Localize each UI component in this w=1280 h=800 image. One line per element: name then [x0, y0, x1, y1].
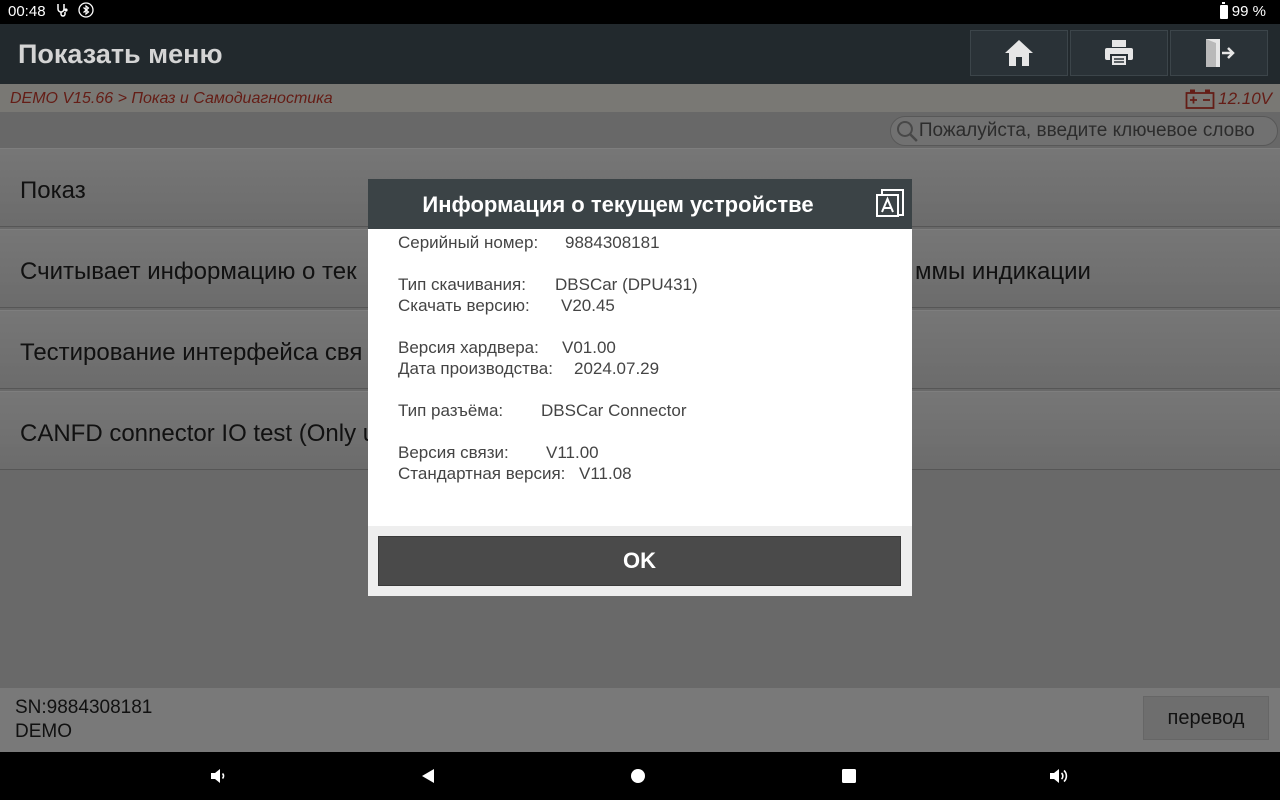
info-value: DBSCar (DPU431)	[555, 275, 698, 294]
volume-up-icon	[1050, 769, 1068, 783]
info-key: Тип разъёма:	[398, 401, 504, 420]
back-button[interactable]	[416, 764, 440, 788]
dialog-header: Информация о текущем устройстве	[368, 179, 912, 229]
info-row: Версия связи: V11.00	[398, 443, 599, 463]
page-title: Показать меню	[18, 39, 223, 69]
info-row: Стандартная версия: V11.08	[398, 464, 632, 484]
app-header: Показать меню	[0, 24, 1280, 84]
info-value: V11.08	[579, 464, 632, 483]
status-bar: 00:48 99 %	[0, 0, 1280, 24]
info-value: V20.45	[561, 296, 615, 315]
info-value: V11.00	[546, 443, 599, 462]
status-time: 00:48	[8, 3, 46, 20]
device-info-dialog: Информация о текущем устройстве Серийный…	[368, 179, 912, 596]
info-value: 9884308181	[565, 233, 660, 252]
status-icons	[56, 2, 94, 18]
info-key: Версия хардвера:	[398, 338, 539, 357]
info-row: Серийный номер: 9884308181	[398, 233, 660, 253]
info-row: Тип разъёма: DBSCar Connector	[398, 401, 687, 421]
info-row: Дата производства: 2024.07.29	[398, 359, 659, 379]
info-value: DBSCar Connector	[541, 401, 687, 420]
info-key: Стандартная версия:	[398, 464, 566, 483]
exit-button[interactable]	[1170, 30, 1268, 76]
info-row: Скачать версию: V20.45	[398, 296, 615, 316]
copy-text-icon	[876, 189, 904, 217]
info-key: Скачать версию:	[398, 296, 530, 315]
print-button[interactable]	[1070, 30, 1168, 76]
info-key: Серийный номер:	[398, 233, 539, 252]
dialog-title: Информация о текущем устройстве	[422, 192, 814, 217]
bluetooth-icon	[78, 2, 94, 18]
home-circle-icon	[631, 769, 645, 783]
info-value: V01.00	[562, 338, 616, 357]
battery-indicator: 99 %	[1219, 1, 1266, 20]
recents-icon	[842, 769, 856, 783]
home-nav-button[interactable]	[626, 764, 650, 788]
home-icon	[1005, 40, 1033, 66]
system-nav-bar	[0, 752, 1280, 800]
volume-down-button[interactable]	[206, 764, 230, 788]
stethoscope-icon	[57, 4, 68, 17]
ok-button[interactable]: OK	[378, 536, 901, 586]
battery-icon	[1219, 1, 1228, 19]
print-icon	[1105, 40, 1133, 67]
recents-button[interactable]	[837, 764, 861, 788]
info-row: Тип скачивания: DBSCar (DPU431)	[398, 275, 698, 295]
home-button[interactable]	[970, 30, 1068, 76]
info-key: Дата производства:	[398, 359, 553, 378]
info-key: Версия связи:	[398, 443, 509, 462]
dialog-footer: OK	[368, 526, 912, 596]
exit-icon	[1206, 39, 1235, 67]
battery-level: 99 %	[1231, 3, 1266, 20]
info-value: 2024.07.29	[574, 359, 660, 378]
volume-up-button[interactable]	[1047, 764, 1071, 788]
volume-down-icon	[211, 769, 225, 783]
back-icon	[422, 769, 434, 783]
info-row: Версия хардвера: V01.00	[398, 338, 616, 358]
screen: 00:48 99 % Показать меню DEMO V15.66 > П…	[0, 0, 1280, 800]
info-key: Тип скачивания:	[398, 275, 526, 294]
copy-button[interactable]	[874, 187, 906, 224]
